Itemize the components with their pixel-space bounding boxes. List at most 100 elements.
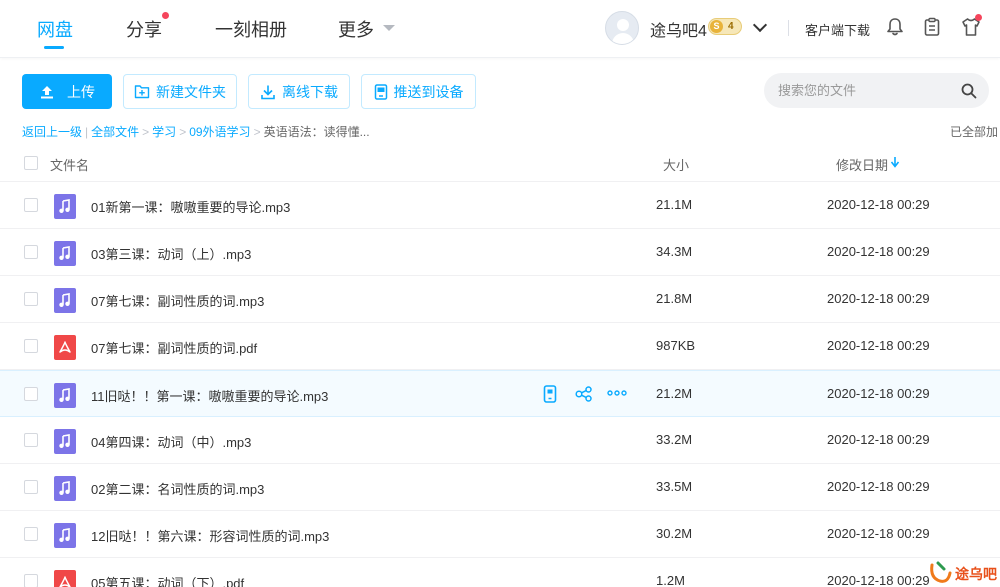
offline-download-button[interactable]: 离线下载 bbox=[248, 74, 350, 109]
site-watermark: 途乌吧 bbox=[928, 558, 1000, 587]
active-tab-indicator bbox=[44, 46, 64, 49]
file-name[interactable]: 05第五课：动词（下）.pdf bbox=[91, 573, 244, 587]
file-checkbox[interactable] bbox=[24, 480, 38, 494]
file-row[interactable]: 02第二课：名词性质的词.mp3 33.5M 2020-12-18 00:29 bbox=[0, 464, 1000, 511]
sort-desc-arrow-icon[interactable] bbox=[890, 156, 900, 168]
file-checkbox[interactable] bbox=[24, 198, 38, 212]
bell-icon[interactable] bbox=[884, 16, 906, 38]
file-checkbox[interactable] bbox=[24, 433, 38, 447]
audio-file-icon bbox=[54, 288, 76, 313]
file-size: 33.5M bbox=[656, 479, 693, 494]
offline-download-label: 离线下载 bbox=[282, 83, 338, 100]
file-name[interactable]: 02第二课：名词性质的词.mp3 bbox=[91, 479, 264, 498]
audio-file-icon bbox=[54, 194, 76, 219]
vip-coin-icon: S bbox=[710, 20, 723, 33]
audio-file-icon bbox=[54, 383, 76, 408]
loaded-status: 已全部加 bbox=[950, 125, 999, 139]
file-name[interactable]: 04第四课：动词（中）.mp3 bbox=[91, 432, 251, 451]
file-size: 1.2M bbox=[656, 573, 685, 587]
file-modified-date: 2020-12-18 00:29 bbox=[827, 291, 930, 306]
select-all-checkbox[interactable] bbox=[24, 156, 38, 170]
file-modified-date: 2020-12-18 00:29 bbox=[827, 386, 930, 401]
push-to-device-button[interactable]: 推送到设备 bbox=[361, 74, 476, 109]
watermark-text: 途乌吧 bbox=[955, 567, 997, 583]
search-input[interactable] bbox=[778, 81, 948, 100]
device-icon bbox=[374, 83, 387, 100]
top-nav-bar: 网盘 分享 一刻相册 更多 途乌吧4 S 4 客户端下载 bbox=[0, 0, 1000, 58]
audio-file-icon bbox=[54, 429, 76, 454]
file-size: 987KB bbox=[656, 338, 696, 353]
nav-tab-share[interactable]: 分享 bbox=[126, 16, 162, 42]
file-modified-date: 2020-12-18 00:29 bbox=[827, 244, 930, 259]
column-header-name[interactable]: 文件名 bbox=[50, 155, 89, 174]
pdf-file-icon bbox=[54, 570, 76, 587]
file-modified-date: 2020-12-18 00:29 bbox=[827, 338, 930, 353]
breadcrumb-foreign-language[interactable]: 09外语学习 bbox=[189, 123, 250, 140]
file-row[interactable]: 03第三课：动词（上）.mp3 34.3M 2020-12-18 00:29 bbox=[0, 229, 1000, 276]
file-modified-date: 2020-12-18 00:29 bbox=[827, 479, 930, 494]
new-folder-label: 新建文件夹 bbox=[156, 83, 226, 100]
file-size: 21.8M bbox=[656, 291, 693, 306]
username[interactable]: 途乌吧4 bbox=[650, 17, 707, 41]
file-row[interactable]: 05第五课：动词（下）.pdf 1.2M 2020-12-18 00:29 bbox=[0, 558, 1000, 587]
push-to-device-icon[interactable] bbox=[543, 385, 557, 403]
file-checkbox[interactable] bbox=[24, 387, 38, 401]
file-name[interactable]: 03第三课：动词（上）.mp3 bbox=[91, 244, 251, 263]
file-row[interactable]: 07第七课：副词性质的词.pdf 987KB 2020-12-18 00:29 bbox=[0, 323, 1000, 370]
file-size: 33.2M bbox=[656, 432, 693, 447]
column-header-size[interactable]: 大小 bbox=[663, 155, 689, 174]
vip-level-number: 4 bbox=[728, 21, 734, 32]
file-size: 30.2M bbox=[656, 526, 693, 541]
file-modified-date: 2020-12-18 00:29 bbox=[827, 526, 930, 541]
share-notification-dot bbox=[162, 12, 169, 19]
search-box bbox=[764, 73, 989, 108]
audio-file-icon bbox=[54, 241, 76, 266]
avatar[interactable] bbox=[605, 11, 639, 45]
nav-tab-photo-album[interactable]: 一刻相册 bbox=[215, 16, 287, 42]
file-row[interactable]: 11旧哒！！第一课：嗷嗷重要的导论.mp3 21.2M 2020-12-18 00:… bbox=[0, 370, 1000, 417]
breadcrumb-current: 英语语法：读得懂... bbox=[263, 125, 370, 139]
vip-level-badge[interactable]: S 4 bbox=[708, 18, 742, 35]
download-icon bbox=[261, 85, 275, 99]
file-row[interactable]: 12旧哒！！第六课：形容词性质的词.mp3 30.2M 2020-12-18 00:… bbox=[0, 511, 1000, 558]
breadcrumb-back[interactable]: 返回上一级 bbox=[22, 123, 82, 140]
upload-icon bbox=[41, 85, 53, 98]
row-actions bbox=[540, 385, 640, 405]
file-checkbox[interactable] bbox=[24, 574, 38, 587]
nav-tab-more[interactable]: 更多 bbox=[338, 16, 374, 42]
file-modified-date: 2020-12-18 00:29 bbox=[827, 573, 930, 587]
file-name[interactable]: 07第七课：副词性质的词.pdf bbox=[91, 338, 257, 357]
file-row[interactable]: 01新第一课：嗷嗷重要的导论.mp3 21.1M 2020-12-18 00:29 bbox=[0, 182, 1000, 229]
file-list-header: 文件名 大小 修改日期 bbox=[0, 144, 1000, 182]
file-row[interactable]: 07第七课：副词性质的词.mp3 21.8M 2020-12-18 00:29 bbox=[0, 276, 1000, 323]
nav-tab-netdisk[interactable]: 网盘 bbox=[37, 16, 73, 42]
file-size: 34.3M bbox=[656, 244, 693, 259]
skin-notification-dot bbox=[975, 14, 982, 21]
clipboard-icon[interactable] bbox=[921, 16, 943, 38]
file-checkbox[interactable] bbox=[24, 339, 38, 353]
breadcrumb-all-files[interactable]: 全部文件 bbox=[91, 123, 139, 140]
new-folder-button[interactable]: 新建文件夹 bbox=[123, 74, 237, 109]
new-folder-icon bbox=[134, 85, 150, 99]
file-checkbox[interactable] bbox=[24, 292, 38, 306]
upload-button[interactable]: 上传 bbox=[22, 74, 112, 109]
file-name[interactable]: 11旧哒！！第一课：嗷嗷重要的导论.mp3 bbox=[91, 386, 328, 405]
share-icon[interactable] bbox=[575, 386, 593, 402]
file-row[interactable]: 04第四课：动词（中）.mp3 33.2M 2020-12-18 00:29 bbox=[0, 417, 1000, 464]
file-checkbox[interactable] bbox=[24, 245, 38, 259]
more-options-icon[interactable] bbox=[607, 389, 627, 397]
search-icon[interactable] bbox=[961, 83, 977, 99]
file-modified-date: 2020-12-18 00:29 bbox=[827, 197, 930, 212]
user-menu-chevron-icon[interactable] bbox=[752, 17, 768, 33]
more-caret-icon[interactable] bbox=[383, 25, 395, 31]
breadcrumb-study[interactable]: 学习 bbox=[152, 123, 176, 140]
column-header-date[interactable]: 修改日期 bbox=[836, 155, 888, 174]
push-to-device-label: 推送到设备 bbox=[393, 83, 464, 100]
file-checkbox[interactable] bbox=[24, 527, 38, 541]
client-download-link[interactable]: 客户端下载 bbox=[805, 20, 870, 39]
breadcrumb: 返回上一级 | 全部文件 > 学习 >09外语学习 > 英语语法：读得懂... bbox=[22, 123, 370, 140]
file-name[interactable]: 12旧哒！！第六课：形容词性质的词.mp3 bbox=[91, 526, 329, 545]
file-name[interactable]: 07第七课：副词性质的词.mp3 bbox=[91, 291, 264, 310]
file-name[interactable]: 01新第一课：嗷嗷重要的导论.mp3 bbox=[91, 197, 290, 216]
upload-label: 上传 bbox=[67, 83, 95, 100]
